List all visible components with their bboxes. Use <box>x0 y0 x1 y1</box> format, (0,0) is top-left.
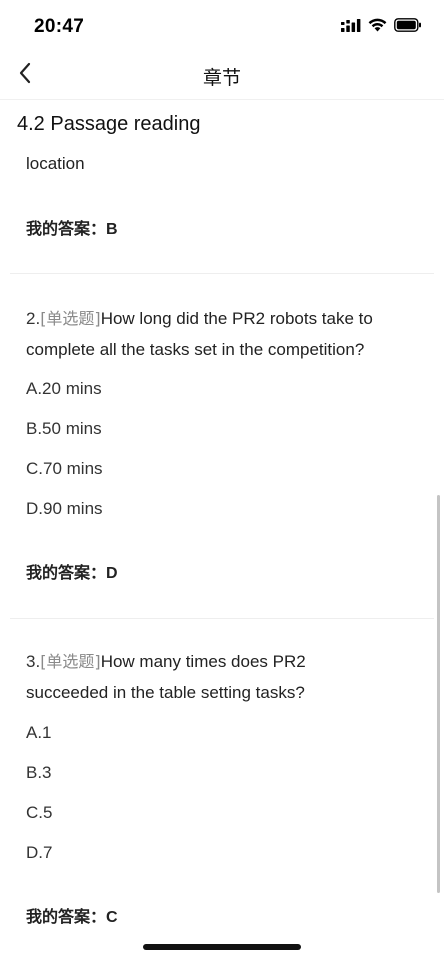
option-d[interactable]: D.90 mins <box>26 499 103 519</box>
option-b[interactable]: B.3 <box>26 763 52 783</box>
my-answer-label: 我的答案： <box>26 219 107 238</box>
cellular-signal-icon <box>341 18 361 37</box>
home-indicator[interactable] <box>143 944 301 950</box>
my-answer-label: 我的答案： <box>26 563 107 582</box>
question-text: 3.[单选题]How many times does PR2 succeeded… <box>26 646 416 708</box>
question-card: 3.[单选题]How many times does PR2 succeeded… <box>10 620 434 960</box>
my-answer-value: D <box>106 565 118 582</box>
screen: 20:47 章节 4.2 Passage reading location 我的… <box>0 0 444 960</box>
option-a[interactable]: A.20 mins <box>26 379 102 399</box>
battery-icon <box>394 18 422 37</box>
question-line-1: How long did the PR2 robots take to <box>100 309 373 328</box>
question-line-2: succeeded in the table setting tasks? <box>26 683 305 702</box>
my-answer-value: C <box>106 909 118 926</box>
question-text: location <box>26 154 85 173</box>
option-b[interactable]: B.50 mins <box>26 419 102 439</box>
page-title: 章节 <box>202 67 241 89</box>
question-number: 2. <box>26 309 41 328</box>
section-title: 4.2 Passage reading <box>17 113 201 135</box>
status-bar: 20:47 <box>0 0 444 52</box>
question-type: [单选题] <box>40 309 101 328</box>
question-card: location 我的答案：B <box>10 145 434 275</box>
question-number: 3. <box>26 652 41 671</box>
question-card: 2.[单选题]How long did the PR2 robots take … <box>10 275 434 620</box>
nav-bar: 章节 <box>0 52 444 100</box>
my-answer: 我的答案：B <box>26 215 118 239</box>
status-icons <box>341 18 422 37</box>
scrollbar[interactable] <box>437 495 440 893</box>
card-divider <box>10 273 434 274</box>
my-answer: 我的答案：C <box>26 903 118 927</box>
question-type: [单选题] <box>40 652 101 671</box>
status-time: 20:47 <box>34 16 85 37</box>
option-a[interactable]: A.1 <box>26 723 52 743</box>
option-c[interactable]: C.70 mins <box>26 459 103 479</box>
my-answer-value: B <box>106 221 118 238</box>
question-line-1: How many times does PR2 <box>100 652 306 671</box>
my-answer: 我的答案：D <box>26 559 118 583</box>
my-answer-label: 我的答案： <box>26 907 107 926</box>
option-c[interactable]: C.5 <box>26 803 52 823</box>
card-divider <box>10 618 434 619</box>
option-d[interactable]: D.7 <box>26 843 52 863</box>
wifi-icon <box>368 18 387 37</box>
question-list[interactable]: location 我的答案：B 2.[单选题]How long did the … <box>10 145 434 960</box>
question-text: 2.[单选题]How long did the PR2 robots take … <box>26 303 416 365</box>
question-line-2: complete all the tasks set in the compet… <box>26 340 365 359</box>
